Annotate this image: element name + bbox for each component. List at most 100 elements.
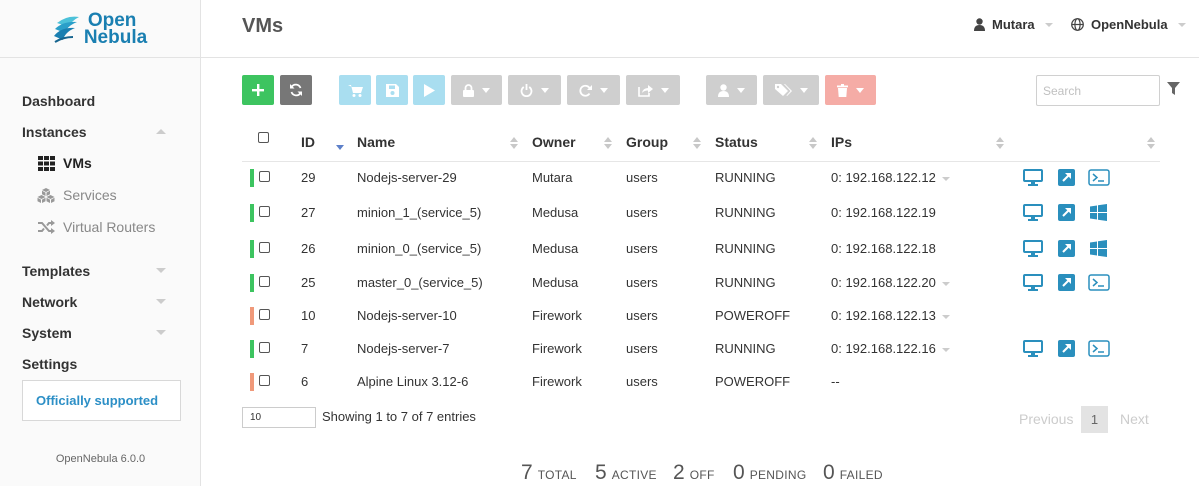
logo[interactable]: Open Nebula (0, 0, 200, 58)
column-header-group[interactable]: Group (626, 134, 668, 150)
labels-menu-button[interactable] (763, 75, 819, 105)
vnc-icon[interactable] (1022, 238, 1044, 258)
row-checkbox[interactable] (259, 242, 270, 253)
table-row[interactable]: 7 Nodejs-server-7 Firework users RUNNING 0: 1… (242, 333, 1160, 366)
zone-name: OpenNebula (1091, 17, 1168, 32)
sidebar-item-label: Settings (22, 355, 78, 372)
external-link-icon[interactable] (1055, 338, 1077, 358)
column-header-ips[interactable]: IPs (831, 134, 852, 150)
play-button[interactable] (413, 75, 445, 105)
table-row[interactable]: 29 Nodejs-server-29 Mutara users RUNNING 0: 1… (242, 162, 1160, 195)
user-menu-button[interactable] (706, 75, 757, 105)
vm-ips: 0: 192.168.122.19 (831, 205, 936, 220)
terminal-icon[interactable] (1087, 272, 1111, 292)
vm-status: POWEROFF (715, 308, 791, 323)
windows-icon[interactable] (1087, 238, 1109, 258)
power-menu-button[interactable] (508, 75, 561, 105)
external-link-icon[interactable] (1055, 272, 1077, 292)
user-icon (974, 18, 985, 31)
table-row[interactable]: 26 minion_0_(service_5) Medusa users RUNNING… (242, 233, 1160, 266)
filter-icon[interactable] (1167, 82, 1180, 95)
column-header-name[interactable]: Name (357, 134, 395, 150)
delete-menu-button[interactable] (825, 75, 876, 105)
sidebar-item-dashboard[interactable]: Dashboard (0, 85, 200, 116)
lock-menu-button[interactable] (451, 75, 502, 105)
vnc-icon[interactable] (1022, 167, 1044, 187)
sidebar-item-services[interactable]: Services (0, 179, 200, 211)
stat-number: 0 (733, 461, 745, 484)
chevron-down-icon[interactable] (941, 281, 950, 286)
terminal-icon[interactable] (1087, 167, 1111, 187)
redo-icon (579, 84, 592, 97)
table-row[interactable]: 10 Nodejs-server-10 Firework users POWEROFF 0… (242, 300, 1160, 333)
tags-icon (774, 83, 792, 96)
current-page-button[interactable]: 1 (1081, 406, 1108, 433)
sidebar-item-label: Instances (22, 123, 87, 140)
row-checkbox[interactable] (259, 342, 270, 353)
vm-ips: 0: 192.168.122.12 (831, 170, 950, 185)
external-link-icon[interactable] (1055, 238, 1077, 258)
table-row[interactable]: 6 Alpine Linux 3.12-6 Firework users POWEROF… (242, 366, 1160, 399)
row-checkbox[interactable] (259, 206, 270, 217)
chevron-down-icon (737, 87, 745, 93)
chevron-down-icon[interactable] (941, 176, 950, 181)
vnc-icon[interactable] (1022, 202, 1044, 222)
chevron-down-icon (600, 87, 608, 93)
chevron-down-icon (541, 87, 549, 93)
share-menu-button[interactable] (626, 75, 680, 105)
previous-page-button[interactable]: Previous (1019, 411, 1073, 427)
vm-status: POWEROFF (715, 374, 791, 389)
state-indicator (250, 240, 254, 258)
save-button[interactable] (376, 75, 408, 105)
column-header-status[interactable]: Status (715, 134, 758, 150)
stat-label: ACTIVE (611, 468, 657, 482)
create-button[interactable] (242, 75, 274, 105)
cart-button[interactable] (339, 75, 371, 105)
chevron-down-icon[interactable] (941, 314, 950, 319)
user-menu[interactable]: Mutara (974, 17, 1053, 32)
next-page-button[interactable]: Next (1120, 411, 1149, 427)
table-row[interactable]: 25 master_0_(service_5) Medusa users RUNNING… (242, 267, 1160, 300)
table-row[interactable]: 27 minion_1_(service_5) Medusa users RUNNING… (242, 197, 1160, 230)
reboot-menu-button[interactable] (567, 75, 620, 105)
sidebar-item-vms[interactable]: VMs (0, 147, 200, 179)
zone-menu[interactable]: OpenNebula (1071, 17, 1186, 32)
sidebar-item-system[interactable]: System (0, 317, 200, 348)
vnc-icon[interactable] (1022, 272, 1044, 292)
chevron-down-icon (660, 87, 669, 93)
row-checkbox[interactable] (259, 171, 270, 182)
vm-ips: 0: 192.168.122.13 (831, 308, 950, 323)
state-indicator (250, 307, 254, 325)
sidebar-item-label: Dashboard (22, 92, 96, 109)
windows-icon[interactable] (1087, 202, 1109, 222)
sidebar-item-instances[interactable]: Instances (0, 116, 200, 147)
row-checkbox[interactable] (259, 276, 270, 287)
vm-group: users (626, 205, 658, 220)
column-header-owner[interactable]: Owner (532, 134, 576, 150)
external-link-icon[interactable] (1055, 202, 1077, 222)
opennebula-logo-icon (53, 16, 79, 43)
table-info: Showing 1 to 7 of 7 entries (322, 409, 476, 424)
row-checkbox[interactable] (259, 309, 270, 320)
external-link-icon[interactable] (1055, 167, 1077, 187)
vm-owner: Firework (532, 308, 582, 323)
search-input[interactable] (1036, 75, 1160, 106)
officially-supported-link[interactable]: Officially supported (22, 380, 181, 421)
sidebar-item-network[interactable]: Network (0, 286, 200, 317)
chevron-down-icon[interactable] (941, 347, 950, 352)
column-header-id[interactable]: ID (301, 134, 315, 150)
select-all-checkbox[interactable] (258, 132, 269, 143)
sidebar-item-templates[interactable]: Templates (0, 255, 200, 286)
share-icon (637, 84, 653, 97)
page-length-select[interactable]: 10 (242, 407, 316, 428)
vnc-icon[interactable] (1022, 338, 1044, 358)
vm-owner: Medusa (532, 275, 579, 290)
sidebar-item-settings[interactable]: Settings (0, 348, 200, 379)
refresh-button[interactable] (280, 75, 312, 105)
terminal-icon[interactable] (1087, 338, 1111, 358)
version-label: OpenNebula 6.0.0 (55, 453, 146, 465)
vm-name: minion_1_(service_5) (357, 205, 482, 220)
vm-status: RUNNING (715, 170, 776, 185)
row-checkbox[interactable] (259, 375, 270, 386)
sidebar-item-virtual-routers[interactable]: Virtual Routers (0, 211, 200, 243)
